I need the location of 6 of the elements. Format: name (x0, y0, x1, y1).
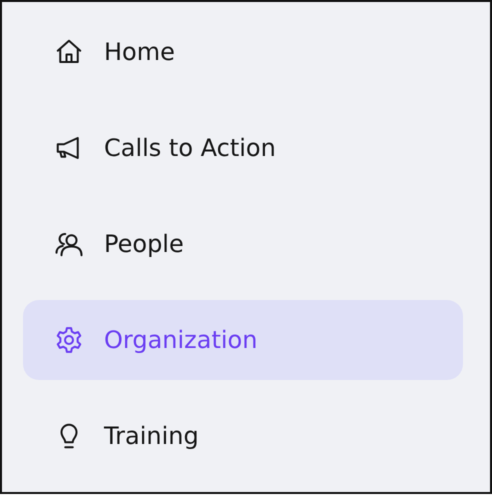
sidebar-item[interactable]: Training (23, 396, 463, 476)
sidebar-item[interactable]: Calls to Action (23, 108, 463, 188)
sidebar-item[interactable]: Organization (23, 300, 463, 380)
sidebar-item[interactable]: Home (23, 12, 463, 92)
settings-icon (54, 325, 84, 355)
sidebar-item[interactable]: People (23, 204, 463, 284)
